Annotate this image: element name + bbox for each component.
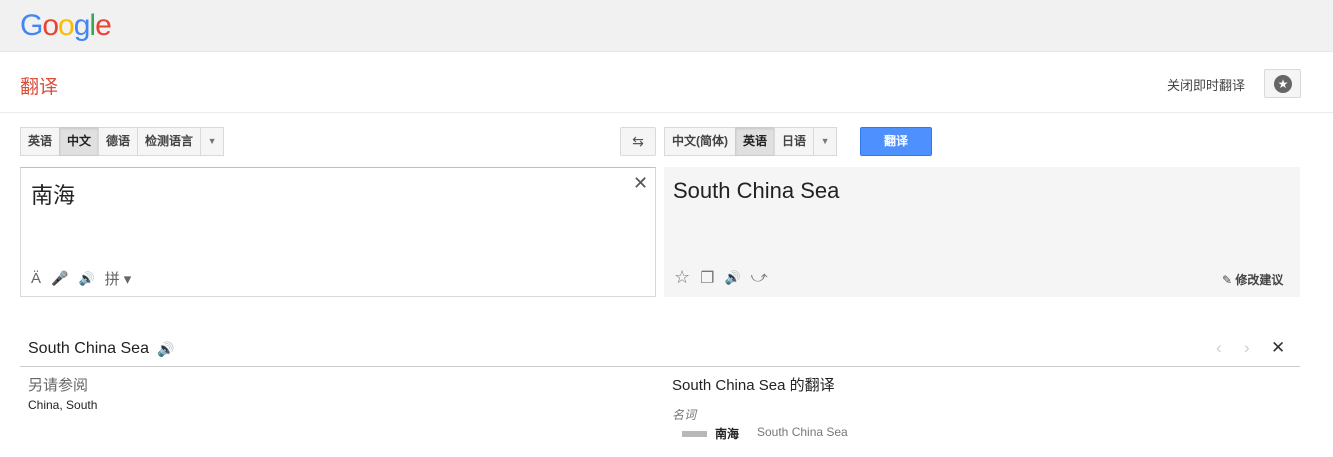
copy-icon[interactable]: ❐ xyxy=(700,268,714,288)
top-bar: Google xyxy=(0,0,1333,52)
logo-letter: G xyxy=(20,9,43,42)
logo-letter: o xyxy=(42,9,59,42)
source-lang-button[interactable]: 中文 xyxy=(59,127,100,156)
clear-icon[interactable]: ✕ xyxy=(633,173,648,194)
translation-output-area: South China Sea ☆ ❐ 🔊 ⤻ ✎ 修改建议 xyxy=(664,167,1300,297)
chevron-left-icon[interactable]: ‹ xyxy=(1216,338,1222,358)
translation-text: South China Sea xyxy=(673,178,840,203)
source-text-area[interactable]: 南海 ✕ Ä 🎤 🔊 拼 ▾ xyxy=(20,167,656,297)
speaker-icon[interactable]: 🔊 xyxy=(724,270,740,286)
page-title: 翻译 xyxy=(20,77,59,98)
source-text[interactable]: 南海 xyxy=(31,178,75,210)
dictionary-header: South China Sea 🔊 ‹ › ✕ xyxy=(20,332,1300,367)
see-also-heading: 另请参阅 xyxy=(28,377,89,394)
logo-letter: e xyxy=(95,9,112,42)
speaker-icon[interactable]: 🔊 xyxy=(157,341,174,358)
logo-letter: g xyxy=(73,9,91,42)
entry-word[interactable]: 南海 xyxy=(715,425,739,442)
source-language-bar: 英语 中文 德语 检测语言 ▼ xyxy=(20,127,225,156)
target-lang-button[interactable]: 英语 xyxy=(735,127,776,156)
frequency-bar xyxy=(682,431,707,437)
source-lang-button[interactable]: 检测语言 xyxy=(137,127,202,156)
suggest-edit-button[interactable]: ✎ 修改建议 xyxy=(1222,271,1283,288)
google-logo[interactable]: Google xyxy=(20,9,112,43)
output-tools: ☆ ❐ 🔊 ⤻ xyxy=(674,267,768,288)
title-bar: 翻译 关闭即时翻译 ★ xyxy=(0,52,1333,113)
source-lang-button[interactable]: 德语 xyxy=(98,127,139,156)
translate-button[interactable]: 翻译 xyxy=(860,127,932,156)
chevron-right-icon[interactable]: › xyxy=(1244,338,1250,358)
translations-heading: South China Sea 的翻译 xyxy=(672,377,835,394)
see-also-links[interactable]: China, South xyxy=(28,398,97,412)
part-of-speech: 名词 xyxy=(672,408,697,422)
target-lang-button[interactable]: 日语 xyxy=(774,127,815,156)
target-language-bar: 中文(简体) 英语 日语 ▼ xyxy=(664,127,838,156)
entry-translation: South China Sea xyxy=(757,425,848,439)
input-method-icon[interactable]: 拼 ▾ xyxy=(105,268,132,289)
microphone-icon[interactable]: 🎤 xyxy=(51,270,68,287)
speaker-icon[interactable]: 🔊 xyxy=(78,271,94,287)
star-icon: ★ xyxy=(1274,75,1292,93)
share-icon[interactable]: ⤻ xyxy=(751,269,768,287)
chevron-down-icon[interactable]: ▼ xyxy=(200,127,225,156)
phrasebook-button[interactable]: ★ xyxy=(1264,69,1301,98)
star-icon[interactable]: ☆ xyxy=(674,267,690,288)
dictionary-word: South China Sea xyxy=(28,340,149,357)
source-tools: Ä 🎤 🔊 拼 ▾ xyxy=(31,268,131,289)
accent-keyboard-icon[interactable]: Ä xyxy=(31,270,41,287)
chevron-down-icon[interactable]: ▼ xyxy=(813,127,838,156)
source-lang-button[interactable]: 英语 xyxy=(20,127,61,156)
close-icon[interactable]: ✕ xyxy=(1271,338,1285,358)
logo-letter: o xyxy=(58,9,75,42)
swap-languages-button[interactable]: ⇆ xyxy=(620,127,656,156)
instant-translation-toggle[interactable]: 关闭即时翻译 xyxy=(1167,75,1245,94)
target-lang-button[interactable]: 中文(简体) xyxy=(664,127,736,156)
